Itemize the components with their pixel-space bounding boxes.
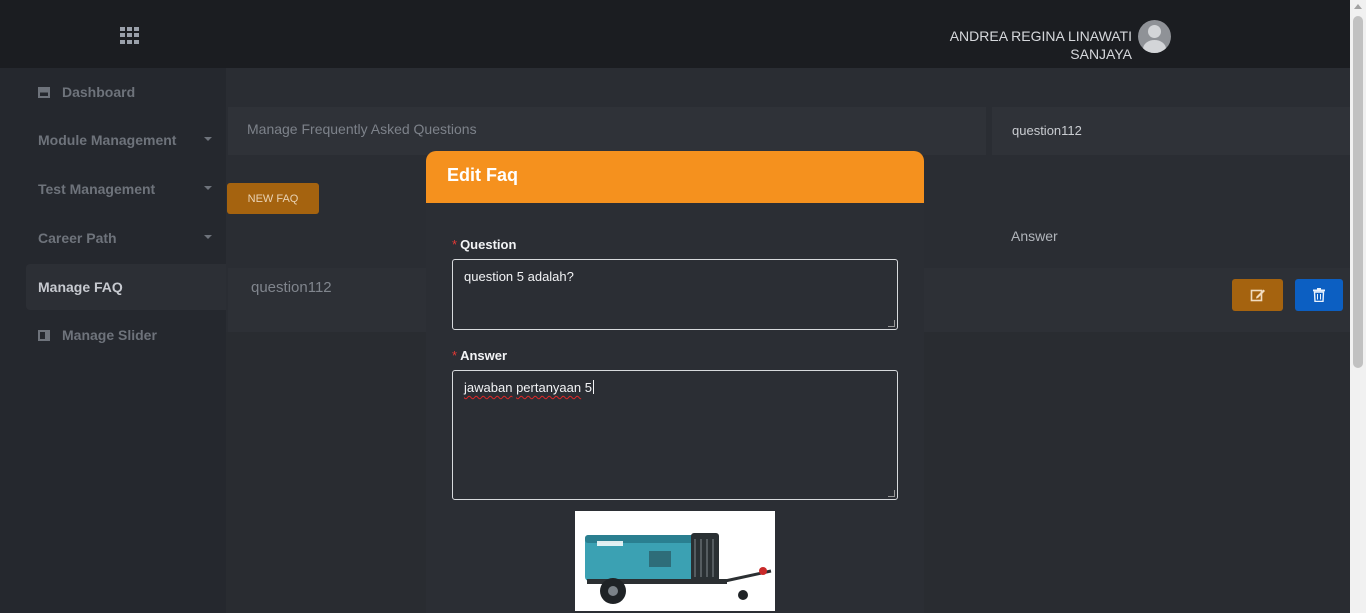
page-title: Manage Frequently Asked Questions <box>228 107 986 155</box>
sidebar-item-label: Manage Slider <box>62 327 157 343</box>
edit-faq-modal: Edit Faq * Question question 5 adalah? * A… <box>426 151 924 613</box>
sidebar: Dashboard Module Management Test Managem… <box>0 68 226 613</box>
sidebar-item-manage-faq[interactable]: Manage FAQ <box>26 264 226 310</box>
question-field[interactable]: question 5 adalah? <box>452 259 898 330</box>
vertical-scrollbar[interactable] <box>1350 0 1366 613</box>
sidebar-item-test-management[interactable]: Test Management <box>26 166 226 212</box>
sidebar-item-label: Test Management <box>38 181 156 197</box>
sidebar-item-dashboard[interactable]: Dashboard <box>26 69 226 115</box>
user-name-line2: SANJAYA <box>1070 46 1132 62</box>
answer-word-1: jawaban <box>464 380 513 395</box>
answer-label: * Answer <box>452 348 507 363</box>
slider-icon <box>38 329 50 341</box>
column-header-answer: Answer <box>1011 228 1058 244</box>
answer-word-3: 5 <box>584 380 592 395</box>
sidebar-item-label: Career Path <box>38 230 117 246</box>
faq-image-preview <box>575 511 775 611</box>
sidebar-item-manage-slider[interactable]: Manage Slider <box>26 312 226 358</box>
scroll-up-arrow-icon[interactable] <box>1354 4 1362 9</box>
search-input[interactable]: question112 <box>992 107 1350 155</box>
apps-grid-icon[interactable] <box>120 27 140 44</box>
new-faq-button[interactable]: NEW FAQ <box>227 183 319 214</box>
answer-word-2: pertanyaan <box>516 380 582 395</box>
air-compressor-image <box>575 511 775 611</box>
edit-icon <box>1250 289 1265 302</box>
avatar[interactable] <box>1138 20 1171 53</box>
question-label: * Question <box>452 237 516 252</box>
chevron-down-icon <box>204 235 212 239</box>
required-mark: * <box>452 348 458 363</box>
required-mark: * <box>452 237 458 252</box>
resize-handle[interactable] <box>888 320 895 327</box>
answer-field[interactable]: jawaban pertanyaan 5 <box>452 370 898 500</box>
sidebar-item-career-path[interactable]: Career Path <box>26 215 226 261</box>
question-label-text: Question <box>460 237 517 252</box>
user-name[interactable]: ANDREA REGINA LINAWATI SANJAYA <box>950 27 1132 63</box>
edit-button[interactable] <box>1232 279 1283 311</box>
resize-handle[interactable] <box>888 490 895 497</box>
delete-button[interactable] <box>1295 279 1343 311</box>
trash-icon <box>1313 288 1325 302</box>
sidebar-item-module-management[interactable]: Module Management <box>26 117 226 163</box>
answer-label-text: Answer <box>460 348 508 363</box>
chevron-down-icon <box>204 137 212 141</box>
user-name-line1: ANDREA REGINA LINAWATI <box>949 28 1132 44</box>
question-value: question 5 adalah? <box>464 269 574 284</box>
text-caret <box>592 380 594 394</box>
dashboard-icon <box>38 86 50 98</box>
top-bar: ANDREA REGINA LINAWATI SANJAYA <box>0 0 1350 68</box>
sidebar-item-label: Module Management <box>38 132 177 148</box>
sidebar-item-label: Dashboard <box>62 84 136 100</box>
sidebar-item-label: Manage FAQ <box>38 279 123 295</box>
modal-title: Edit Faq <box>426 151 924 203</box>
chevron-down-icon <box>204 186 212 190</box>
row-question: question112 <box>251 279 332 296</box>
scroll-thumb[interactable] <box>1353 16 1363 368</box>
